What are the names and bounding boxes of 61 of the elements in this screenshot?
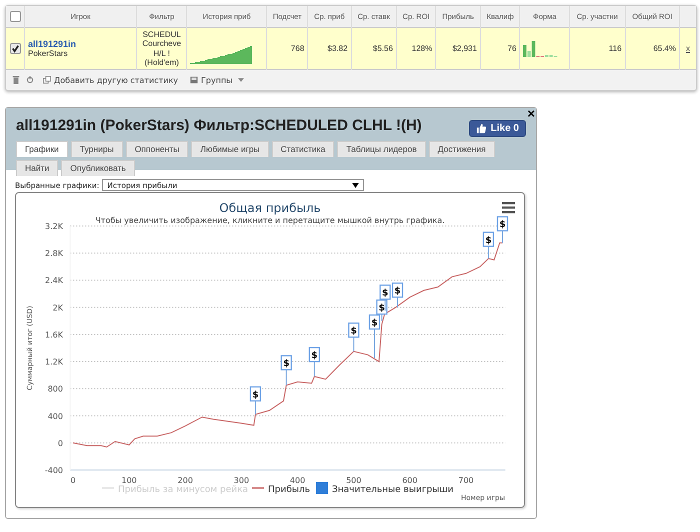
- y-tick-label: 1.6K: [45, 330, 63, 340]
- table-cell: 76: [480, 28, 520, 70]
- x-tick-label: 200: [178, 476, 193, 485]
- menu-icon[interactable]: [502, 202, 515, 214]
- x-tick-label: 500: [346, 476, 362, 485]
- y-tick-label: 2K: [52, 303, 63, 312]
- groups-button[interactable]: Группы: [187, 76, 248, 84]
- legend-label: Прибыль: [268, 485, 310, 495]
- x-tick-label: 700: [458, 476, 474, 485]
- y-tick-label: 800: [48, 384, 63, 394]
- y-tick-label: 2.4K: [45, 276, 63, 286]
- tab[interactable]: Любимые игры: [191, 141, 269, 157]
- thumbs-up-icon: [476, 122, 487, 134]
- trash-icon[interactable]: [12, 75, 20, 85]
- big-win-flag[interactable]: $: [368, 314, 380, 359]
- y-tick-label: 400: [48, 412, 63, 421]
- table-cell: $5.56: [351, 28, 396, 70]
- profit-sparkline: [190, 44, 252, 64]
- x-tick-label: 0: [70, 476, 76, 485]
- tab[interactable]: Достижения: [428, 141, 495, 157]
- x-tick-label: 100: [122, 476, 137, 485]
- y-tick-label: 3.2K: [45, 222, 63, 231]
- copy-icon: [43, 76, 51, 84]
- legend-item[interactable]: Прибыль: [252, 485, 310, 495]
- y-tick-label: -400: [44, 466, 63, 475]
- table-cell: 768: [266, 28, 308, 70]
- y-tick-label: 0: [58, 438, 63, 448]
- table-cell: 116: [570, 28, 626, 70]
- tab[interactable]: Опубликовать: [61, 160, 135, 176]
- tab[interactable]: Графики: [16, 141, 68, 157]
- close-button[interactable]: ×: [527, 108, 535, 120]
- x-tick-label: 300: [234, 476, 250, 485]
- x-tick-label: 400: [290, 476, 306, 485]
- chart-title: Общая прибыль: [219, 201, 321, 215]
- dialog-title: all191291in (PokerStars) Фильтр:SCHEDULED CLHL !(H): [16, 116, 422, 134]
- tab[interactable]: Найти: [16, 160, 58, 176]
- table-row[interactable]: all191291in PokerStars SCHEDUL Courcheve H/L ! (Hold'em) 768 $3.82 $5.56 128% $2,931 76 116 65.4% x: [6, 28, 696, 70]
- like-button[interactable]: Like 0: [468, 120, 526, 136]
- caret-icon: [238, 78, 244, 82]
- table-cell: $3.82: [308, 28, 352, 70]
- tab[interactable]: Оппоненты: [126, 141, 188, 157]
- row-checkbox[interactable]: [10, 43, 20, 54]
- x-tick-label: 600: [402, 476, 418, 485]
- legend-item[interactable]: Значительные выигрыши: [316, 482, 454, 495]
- y-tick-label: 1.2K: [45, 358, 63, 367]
- table-cell: 128%: [396, 28, 436, 70]
- remove-link[interactable]: x: [686, 44, 690, 53]
- tab[interactable]: Статистика: [272, 141, 334, 157]
- select-all-checkbox[interactable]: [10, 11, 20, 22]
- save-icon: [190, 76, 198, 84]
- filter-text: SCHEDUL Courcheve H/L ! (Hold'em): [141, 30, 182, 68]
- chart-subtitle: Чтобы увеличить изображение, кликните и перетащите мышкой внутрь графика.: [95, 216, 445, 225]
- tab[interactable]: Таблицы лидеров: [337, 141, 426, 157]
- y-tick-label: 2.8K: [45, 249, 63, 258]
- site-name: PokerStars: [28, 49, 69, 58]
- dropdown-caret-icon: [352, 182, 360, 188]
- add-statistic-button[interactable]: Добавить другую статистику: [40, 76, 182, 84]
- player-link[interactable]: all191291in: [28, 39, 133, 49]
- table-cell: $2,931: [436, 28, 480, 70]
- tab[interactable]: Турниры: [70, 141, 123, 157]
- form-bars: [523, 40, 560, 58]
